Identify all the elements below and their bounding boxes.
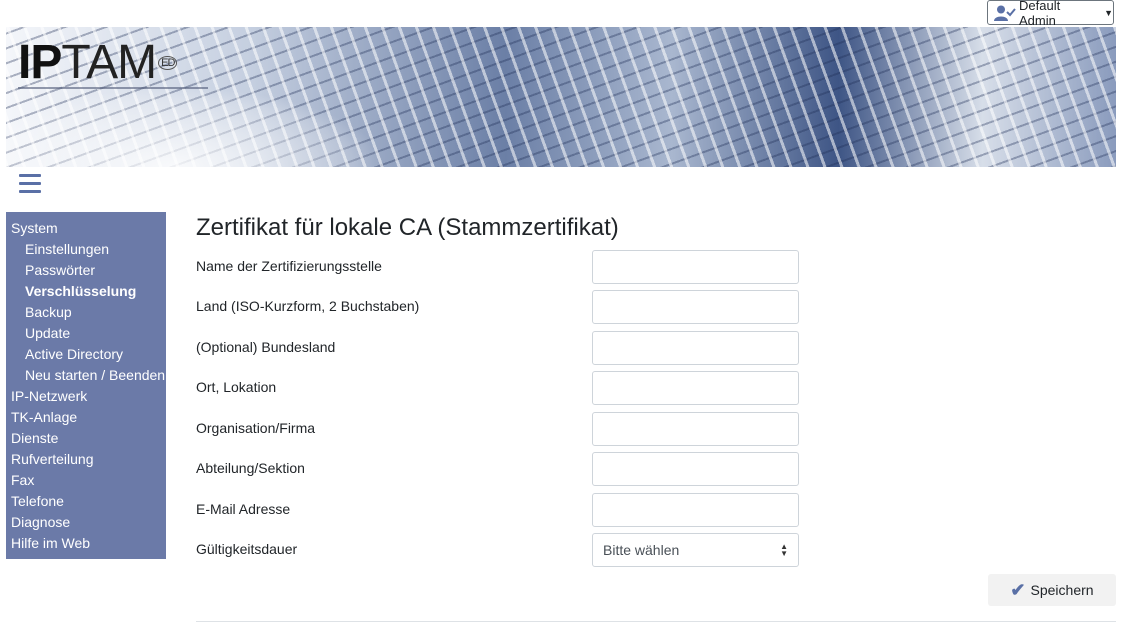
ca-name-input[interactable] bbox=[592, 250, 799, 284]
validity-select[interactable]: Bitte wählen ▲ ▼ bbox=[592, 533, 799, 567]
location-input[interactable] bbox=[592, 371, 799, 405]
department-input[interactable] bbox=[592, 452, 799, 486]
sidebar-item-backup[interactable]: Backup bbox=[6, 302, 166, 323]
user-menu-label: Default Admin bbox=[1019, 0, 1061, 28]
sidebar-item-active-directory[interactable]: Active Directory bbox=[6, 344, 166, 365]
email-input[interactable] bbox=[592, 493, 799, 527]
sidebar-nav: System Einstellungen Passwörter Verschlü… bbox=[6, 212, 166, 559]
field-label-ca-name: Name der Zertifizierungsstelle bbox=[196, 258, 382, 274]
sidebar-item-neu-starten[interactable]: Neu starten / Beenden bbox=[6, 365, 166, 386]
caret-down-icon: ▼ bbox=[1104, 7, 1113, 18]
field-label-organisation: Organisation/Firma bbox=[196, 420, 316, 436]
field-label-email: E-Mail Adresse bbox=[196, 501, 291, 517]
sidebar-item-telefone[interactable]: Telefone bbox=[6, 491, 166, 512]
sidebar-item-system[interactable]: System bbox=[6, 218, 166, 239]
sidebar-item-fax[interactable]: Fax bbox=[6, 470, 166, 491]
sidebar-item-einstellungen[interactable]: Einstellungen bbox=[6, 239, 166, 260]
sidebar-item-verschluesselung[interactable]: Verschlüsselung bbox=[6, 281, 166, 302]
divider bbox=[196, 621, 1116, 622]
sidebar-item-update[interactable]: Update bbox=[6, 323, 166, 344]
sidebar-item-tk-anlage[interactable]: TK-Anlage bbox=[6, 407, 166, 428]
check-icon: ✔ bbox=[1010, 579, 1026, 600]
menu-toggle-icon[interactable] bbox=[19, 174, 41, 194]
state-input[interactable] bbox=[592, 331, 799, 365]
validity-selected-value: Bitte wählen bbox=[603, 542, 680, 558]
country-input[interactable] bbox=[592, 290, 799, 324]
user-menu-button[interactable]: Default Admin ▼ bbox=[987, 0, 1114, 28]
user-check-icon bbox=[994, 5, 1016, 21]
header-banner: IPTAM ED bbox=[6, 27, 1116, 167]
save-button[interactable]: ✔ Speichern bbox=[988, 574, 1116, 606]
field-label-state: (Optional) Bundesland bbox=[196, 339, 336, 355]
select-arrows-icon: ▲ ▼ bbox=[780, 542, 788, 558]
organisation-input[interactable] bbox=[592, 412, 799, 446]
iptam-logo: IPTAM ED bbox=[18, 39, 178, 87]
field-label-country: Land (ISO-Kurzform, 2 Buchstaben) bbox=[196, 298, 420, 314]
field-label-department: Abteilung/Sektion bbox=[196, 460, 305, 476]
sidebar-item-diagnose[interactable]: Diagnose bbox=[6, 512, 166, 533]
sidebar-item-ip-netzwerk[interactable]: IP-Netzwerk bbox=[6, 386, 166, 407]
sidebar-item-passwoerter[interactable]: Passwörter bbox=[6, 260, 166, 281]
sidebar-item-rufverteilung[interactable]: Rufverteilung bbox=[6, 449, 166, 470]
sidebar-item-dienste[interactable]: Dienste bbox=[6, 428, 166, 449]
field-label-location: Ort, Lokation bbox=[196, 379, 277, 395]
field-label-validity: Gültigkeitsdauer bbox=[196, 541, 298, 557]
page-title: Zertifikat für lokale CA (Stammzertifika… bbox=[196, 214, 619, 241]
save-button-label: Speichern bbox=[1030, 582, 1094, 598]
sidebar-item-hilfe-im-web[interactable]: Hilfe im Web bbox=[6, 533, 166, 554]
